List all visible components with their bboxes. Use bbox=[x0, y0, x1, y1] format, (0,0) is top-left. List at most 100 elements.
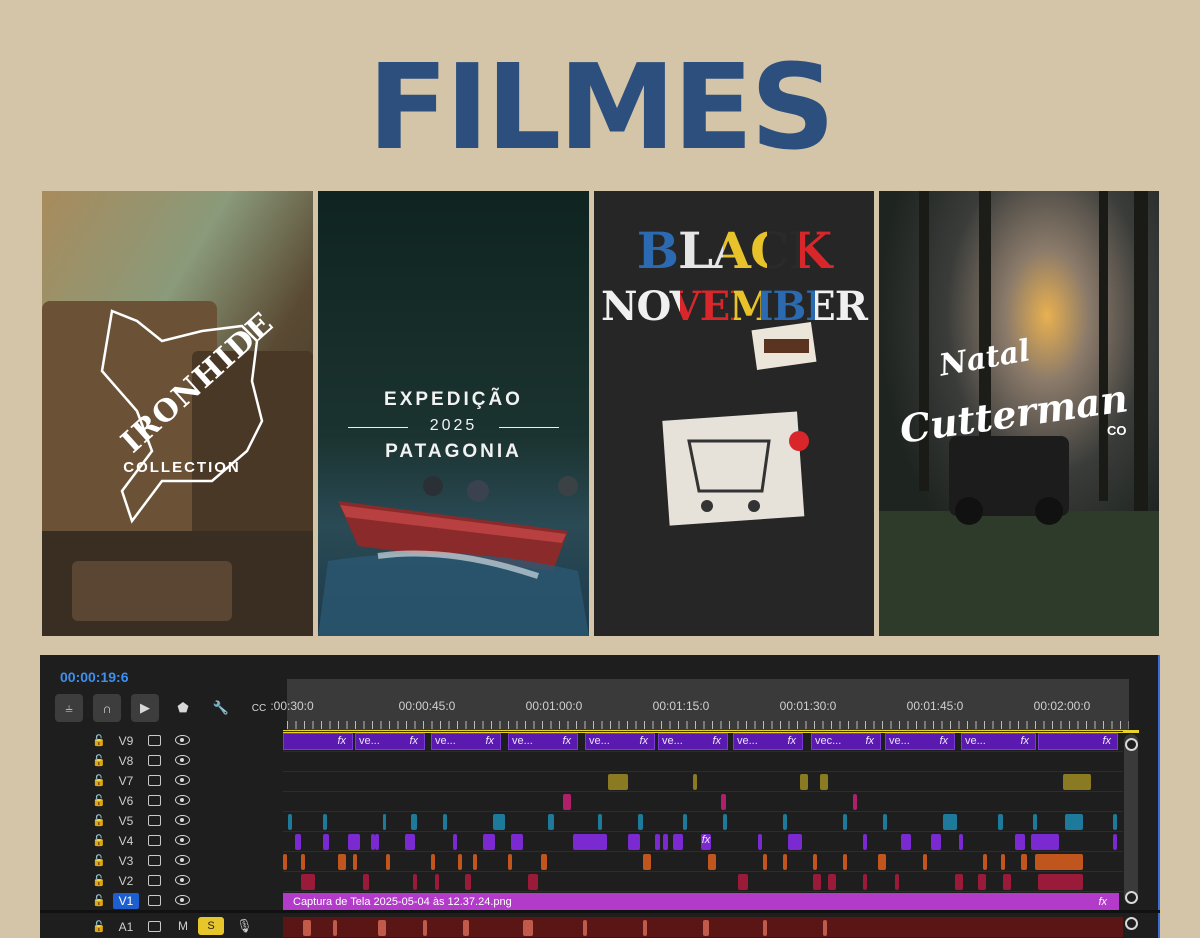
clip-v9[interactable]: ve... fx bbox=[885, 733, 955, 750]
track-target-v2[interactable]: V2 bbox=[113, 873, 139, 889]
eye-icon[interactable] bbox=[175, 895, 190, 905]
clip-v5[interactable] bbox=[1033, 814, 1037, 830]
clip-v2[interactable] bbox=[955, 874, 963, 890]
clip-a1[interactable] bbox=[583, 920, 587, 936]
sync-lock-icon[interactable] bbox=[148, 815, 161, 826]
lock-icon[interactable]: 🔓 bbox=[92, 794, 106, 807]
clip-v5[interactable] bbox=[443, 814, 447, 830]
clip-v5[interactable] bbox=[493, 814, 505, 830]
clip-v5[interactable] bbox=[998, 814, 1003, 830]
track-target-v5[interactable]: V5 bbox=[113, 813, 139, 829]
clip-a1[interactable] bbox=[823, 920, 827, 936]
clip-v4[interactable] bbox=[655, 834, 660, 850]
clip-v4[interactable] bbox=[483, 834, 495, 850]
clip-v3[interactable] bbox=[923, 854, 927, 870]
clip-v2[interactable] bbox=[1038, 874, 1083, 890]
clip-v5[interactable] bbox=[943, 814, 957, 830]
clip-v4[interactable] bbox=[573, 834, 607, 850]
clip-v4[interactable] bbox=[511, 834, 523, 850]
clip-v4[interactable] bbox=[1113, 834, 1117, 850]
track-lane-v1[interactable]: Captura de Tela 2025-05-04 às 12.37.24.p… bbox=[283, 891, 1123, 911]
clip-v3[interactable] bbox=[843, 854, 847, 870]
clip-v4[interactable] bbox=[453, 834, 457, 850]
mic-icon[interactable]: 🎙 bbox=[236, 918, 253, 934]
track-lane-v5[interactable] bbox=[283, 811, 1123, 831]
clip-v3[interactable] bbox=[508, 854, 512, 870]
clip-v2[interactable] bbox=[863, 874, 867, 890]
track-lane-v6[interactable] bbox=[283, 791, 1123, 811]
clip-a1[interactable] bbox=[463, 920, 469, 936]
insert-sequence-icon[interactable]: ⫨ bbox=[55, 694, 83, 722]
lock-icon[interactable]: 🔓 bbox=[92, 774, 106, 787]
clip-v4[interactable] bbox=[673, 834, 683, 850]
scroll-top-knob[interactable] bbox=[1125, 738, 1138, 751]
clip-v3[interactable] bbox=[1021, 854, 1027, 870]
clip-v3[interactable] bbox=[1001, 854, 1005, 870]
poster-black-november[interactable]: BLACK NOVEMBER bbox=[594, 191, 874, 636]
track-target-a1[interactable]: A1 bbox=[113, 919, 139, 935]
sync-lock-icon[interactable] bbox=[148, 775, 161, 786]
track-lane-v4[interactable]: fx bbox=[283, 831, 1123, 851]
track-target-v1[interactable]: V1 bbox=[113, 893, 139, 909]
clip-v3[interactable] bbox=[353, 854, 357, 870]
clip-v4[interactable] bbox=[758, 834, 762, 850]
clip-v5[interactable] bbox=[1113, 814, 1117, 830]
clip-v3[interactable] bbox=[338, 854, 346, 870]
clip-v7[interactable] bbox=[608, 774, 628, 790]
clip-v6[interactable] bbox=[563, 794, 571, 810]
track-target-v3[interactable]: V3 bbox=[113, 853, 139, 869]
poster-natal-cutterman[interactable]: Natal Cutterman CO bbox=[879, 191, 1159, 636]
track-lane-v7[interactable] bbox=[283, 771, 1123, 791]
clip-v4[interactable] bbox=[959, 834, 963, 850]
eye-icon[interactable] bbox=[175, 795, 190, 805]
track-target-v4[interactable]: V4 bbox=[113, 833, 139, 849]
clip-v9[interactable]: vec... fx bbox=[811, 733, 881, 750]
clip-v3[interactable] bbox=[708, 854, 716, 870]
clip-v9[interactable]: ve... fx bbox=[585, 733, 655, 750]
sync-lock-icon[interactable] bbox=[148, 855, 161, 866]
eye-icon[interactable] bbox=[175, 815, 190, 825]
clip-a1[interactable] bbox=[303, 920, 311, 936]
clip-v4[interactable] bbox=[405, 834, 415, 850]
track-lane-v2[interactable] bbox=[283, 871, 1123, 891]
poster-ironhide[interactable]: IRONHIDE COLLECTION bbox=[42, 191, 313, 636]
clip-v9[interactable]: ve... fx bbox=[431, 733, 501, 750]
eye-icon[interactable] bbox=[175, 835, 190, 845]
track-lane-v8[interactable] bbox=[283, 751, 1123, 771]
clip-v2[interactable] bbox=[465, 874, 471, 890]
clip-v3[interactable] bbox=[541, 854, 547, 870]
clip-v7[interactable] bbox=[800, 774, 808, 790]
clip-v5[interactable] bbox=[598, 814, 602, 830]
clip-v5[interactable] bbox=[1065, 814, 1083, 830]
track-target-v7[interactable]: V7 bbox=[113, 773, 139, 789]
clip-v5[interactable] bbox=[638, 814, 643, 830]
snap-magnet-icon[interactable]: ∩ bbox=[93, 694, 121, 722]
eye-icon[interactable] bbox=[175, 755, 190, 765]
track-lane-v3[interactable] bbox=[283, 851, 1123, 871]
sync-lock-icon[interactable] bbox=[148, 795, 161, 806]
clip-v5[interactable] bbox=[548, 814, 554, 830]
clip-v7[interactable] bbox=[820, 774, 828, 790]
clip-v3[interactable] bbox=[431, 854, 435, 870]
clip-a1[interactable] bbox=[333, 920, 337, 936]
clip-v2[interactable] bbox=[1003, 874, 1011, 890]
lock-icon[interactable]: 🔓 bbox=[92, 920, 106, 933]
scroll-bottom-knob[interactable] bbox=[1125, 891, 1138, 904]
sync-lock-icon[interactable] bbox=[148, 875, 161, 886]
poster-patagonia[interactable]: EXPEDIÇÃO 2025 PATAGONIA bbox=[318, 191, 589, 636]
clip-v9[interactable]: ve... fx bbox=[355, 733, 425, 750]
clip-v3[interactable] bbox=[643, 854, 651, 870]
clip-v5[interactable] bbox=[723, 814, 727, 830]
clip-v6[interactable] bbox=[853, 794, 857, 810]
clip-v3[interactable] bbox=[878, 854, 886, 870]
clip-v9[interactable]: fx bbox=[283, 733, 353, 750]
lock-icon[interactable]: 🔓 bbox=[92, 834, 106, 847]
clip-v6[interactable] bbox=[721, 794, 726, 810]
sync-lock-icon[interactable] bbox=[148, 921, 161, 932]
clip-v3[interactable] bbox=[1035, 854, 1083, 870]
lock-icon[interactable]: 🔓 bbox=[92, 734, 106, 747]
clip-v2[interactable] bbox=[435, 874, 439, 890]
eye-icon[interactable] bbox=[175, 775, 190, 785]
clip-v3[interactable] bbox=[473, 854, 477, 870]
clip-a1[interactable] bbox=[763, 920, 767, 936]
